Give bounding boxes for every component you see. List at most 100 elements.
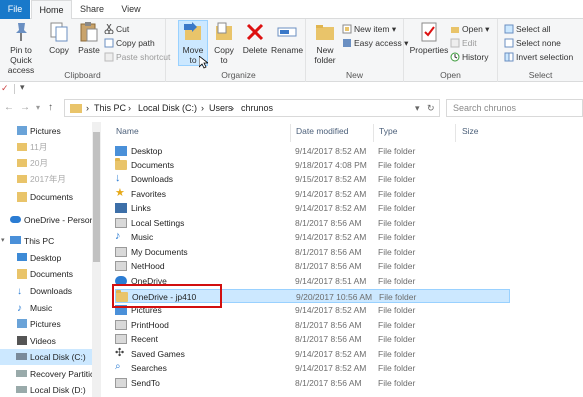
nav-item-documents[interactable]: Documents — [0, 266, 73, 282]
delete-button[interactable]: Delete — [241, 21, 269, 55]
nav-item-folder[interactable]: 11月 — [0, 139, 47, 155]
recent-locations-icon[interactable]: ▾ — [36, 103, 40, 112]
nav-item-desktop[interactable]: Desktop — [0, 250, 61, 266]
nav-item-music[interactable]: ♪ Music — [0, 300, 52, 316]
tab-view[interactable]: View — [111, 0, 151, 19]
invert-selection-button[interactable]: Invert selection — [504, 51, 573, 63]
copy-button[interactable]: Copy — [45, 21, 73, 55]
nav-item-downloads[interactable]: ↓ Downloads — [0, 283, 72, 299]
copy-path-button[interactable]: Copy path — [104, 37, 155, 49]
open-label: Open — [462, 24, 483, 34]
paste-shortcut-button[interactable]: Paste shortcut — [104, 51, 170, 63]
refresh-icon[interactable]: ↻ — [427, 103, 435, 114]
copy-to-icon — [213, 21, 235, 43]
rename-button[interactable]: Rename — [271, 21, 303, 55]
edit-button[interactable]: Edit — [450, 37, 477, 49]
music-folder-icon: ♪ — [115, 230, 121, 242]
nav-item-pictures[interactable]: Pictures — [0, 316, 61, 332]
breadcrumb-local-disk[interactable]: Local Disk (C:) — [138, 103, 197, 113]
tab-share[interactable]: Share — [75, 0, 109, 19]
select-none-button[interactable]: Select none — [504, 37, 561, 49]
new-folder-button[interactable]: New folder — [310, 21, 340, 65]
customize-qat-icon[interactable]: ▾ — [20, 82, 25, 93]
row-name: Recent — [131, 334, 158, 344]
navigation-pane: Pictures 11月 20月 2017年月 Documents OneDri… — [0, 122, 101, 397]
breadcrumb-chrunos[interactable]: chrunos — [241, 103, 273, 113]
select-all-button[interactable]: Select all — [504, 23, 551, 35]
nav-item-pictures[interactable]: Pictures — [0, 123, 61, 139]
nav-item-recovery[interactable]: Recovery Partitic — [0, 366, 94, 382]
nav-item-label: Recovery Partitic — [30, 369, 95, 379]
history-button[interactable]: History — [450, 51, 488, 63]
select-group: Select all Select none Invert selection … — [498, 19, 583, 82]
back-icon[interactable]: ← — [4, 102, 14, 113]
nav-item-documents[interactable]: Documents — [0, 189, 73, 205]
nav-item-folder[interactable]: 2017年月 — [0, 171, 66, 187]
copy-to-button[interactable]: Copy to — [210, 21, 238, 65]
column-divider[interactable] — [373, 124, 374, 142]
column-divider[interactable] — [290, 124, 291, 142]
table-row[interactable]: Links 9/14/2017 8:52 AM File folder — [115, 201, 510, 215]
paste-button[interactable]: Paste — [76, 21, 102, 55]
nav-scrollbar[interactable] — [92, 122, 101, 397]
easy-access-button[interactable]: Easy access ▾ — [342, 37, 408, 49]
column-header-size[interactable]: Size — [462, 126, 479, 140]
cut-button[interactable]: Cut — [104, 23, 129, 35]
nav-item-folder[interactable]: 20月 — [0, 155, 48, 171]
pin-to-quick-access-button[interactable]: Pin to Quick access — [0, 21, 42, 75]
folder-icon — [17, 159, 27, 167]
open-button[interactable]: Open ▾ — [450, 23, 489, 35]
nav-scrollbar-thumb[interactable] — [93, 132, 100, 262]
search-input[interactable]: Search chrunos — [446, 99, 583, 117]
table-row[interactable]: ♪ Music 9/14/2017 8:52 AM File folder — [115, 230, 510, 244]
table-row[interactable]: ★ Favorites 9/14/2017 8:52 AM File folde… — [115, 187, 510, 201]
address-dropdown-icon[interactable]: ▾ — [415, 103, 420, 114]
nav-item-label: Documents — [30, 192, 73, 202]
table-row[interactable]: ✣ Saved Games 9/14/2017 8:52 AM File fol… — [115, 347, 510, 361]
row-date: 9/14/2017 8:52 AM — [295, 305, 367, 315]
table-row[interactable]: Local Settings 8/1/2017 8:56 AM File fol… — [115, 216, 510, 230]
tab-home[interactable]: Home — [31, 0, 72, 20]
row-date: 9/14/2017 8:52 AM — [295, 146, 367, 156]
searches-folder-icon: ⌕ — [115, 361, 121, 372]
organize-group-label: Organize — [221, 70, 256, 80]
column-divider[interactable] — [455, 124, 456, 142]
nav-item-videos[interactable]: Videos — [0, 333, 56, 349]
table-row[interactable]: NetHood 8/1/2017 8:56 AM File folder — [115, 259, 510, 273]
paste-label: Paste — [78, 45, 100, 55]
table-row[interactable]: ↓ Downloads 9/15/2017 8:52 AM File folde… — [115, 172, 510, 186]
new-item-button[interactable]: New item ▾ — [342, 23, 396, 35]
table-row[interactable]: SendTo 8/1/2017 8:56 AM File folder — [115, 376, 510, 390]
file-list: Name Date modified Type Size Desktop 9/1… — [110, 122, 583, 397]
column-header-date[interactable]: Date modified — [296, 126, 348, 140]
address-bar[interactable]: › This PC › Local Disk (C:) › Users › ch… — [64, 99, 440, 117]
table-row[interactable]: Desktop 9/14/2017 8:52 AM File folder — [115, 144, 510, 158]
table-row[interactable]: My Documents 8/1/2017 8:56 AM File folde… — [115, 245, 510, 259]
table-row[interactable]: Documents 9/18/2017 4:08 PM File folder — [115, 158, 510, 172]
cut-label: Cut — [116, 24, 130, 34]
nav-item-label: Local Disk (C:) — [30, 352, 86, 362]
check-icon[interactable]: ✓ — [1, 83, 9, 94]
nav-item-local-disk-c[interactable]: Local Disk (C:) — [0, 349, 92, 365]
nav-item-onedrive[interactable]: OneDrive - Persor — [0, 212, 93, 228]
nav-item-this-pc[interactable]: ▾ This PC — [0, 233, 54, 249]
breadcrumb-this-pc[interactable]: This PC — [94, 103, 126, 113]
paste-shortcut-label: Paste shortcut — [116, 52, 171, 62]
column-header-type[interactable]: Type — [379, 126, 397, 140]
rename-label: Rename — [271, 45, 304, 55]
easy-access-label: Easy access — [354, 38, 402, 48]
nav-item-label: Desktop — [30, 253, 62, 263]
properties-button[interactable]: Properties — [408, 21, 450, 55]
table-row[interactable]: PrintHood 8/1/2017 8:56 AM File folder — [115, 318, 510, 332]
paste-icon — [78, 21, 100, 43]
breadcrumb-users[interactable]: Users — [209, 103, 233, 113]
tab-file[interactable]: File — [0, 0, 30, 19]
table-row[interactable]: Recent 8/1/2017 8:56 AM File folder — [115, 332, 510, 346]
row-name: SendTo — [131, 378, 160, 388]
column-header-name[interactable]: Name — [116, 126, 139, 140]
forward-icon[interactable]: → — [20, 102, 30, 113]
nav-item-local-disk-d[interactable]: Local Disk (D:) — [0, 382, 86, 397]
pin-icon — [10, 21, 32, 43]
table-row[interactable]: ⌕ Searches 9/14/2017 8:52 AM File folder — [115, 361, 510, 375]
up-icon[interactable]: ↑ — [48, 102, 53, 113]
